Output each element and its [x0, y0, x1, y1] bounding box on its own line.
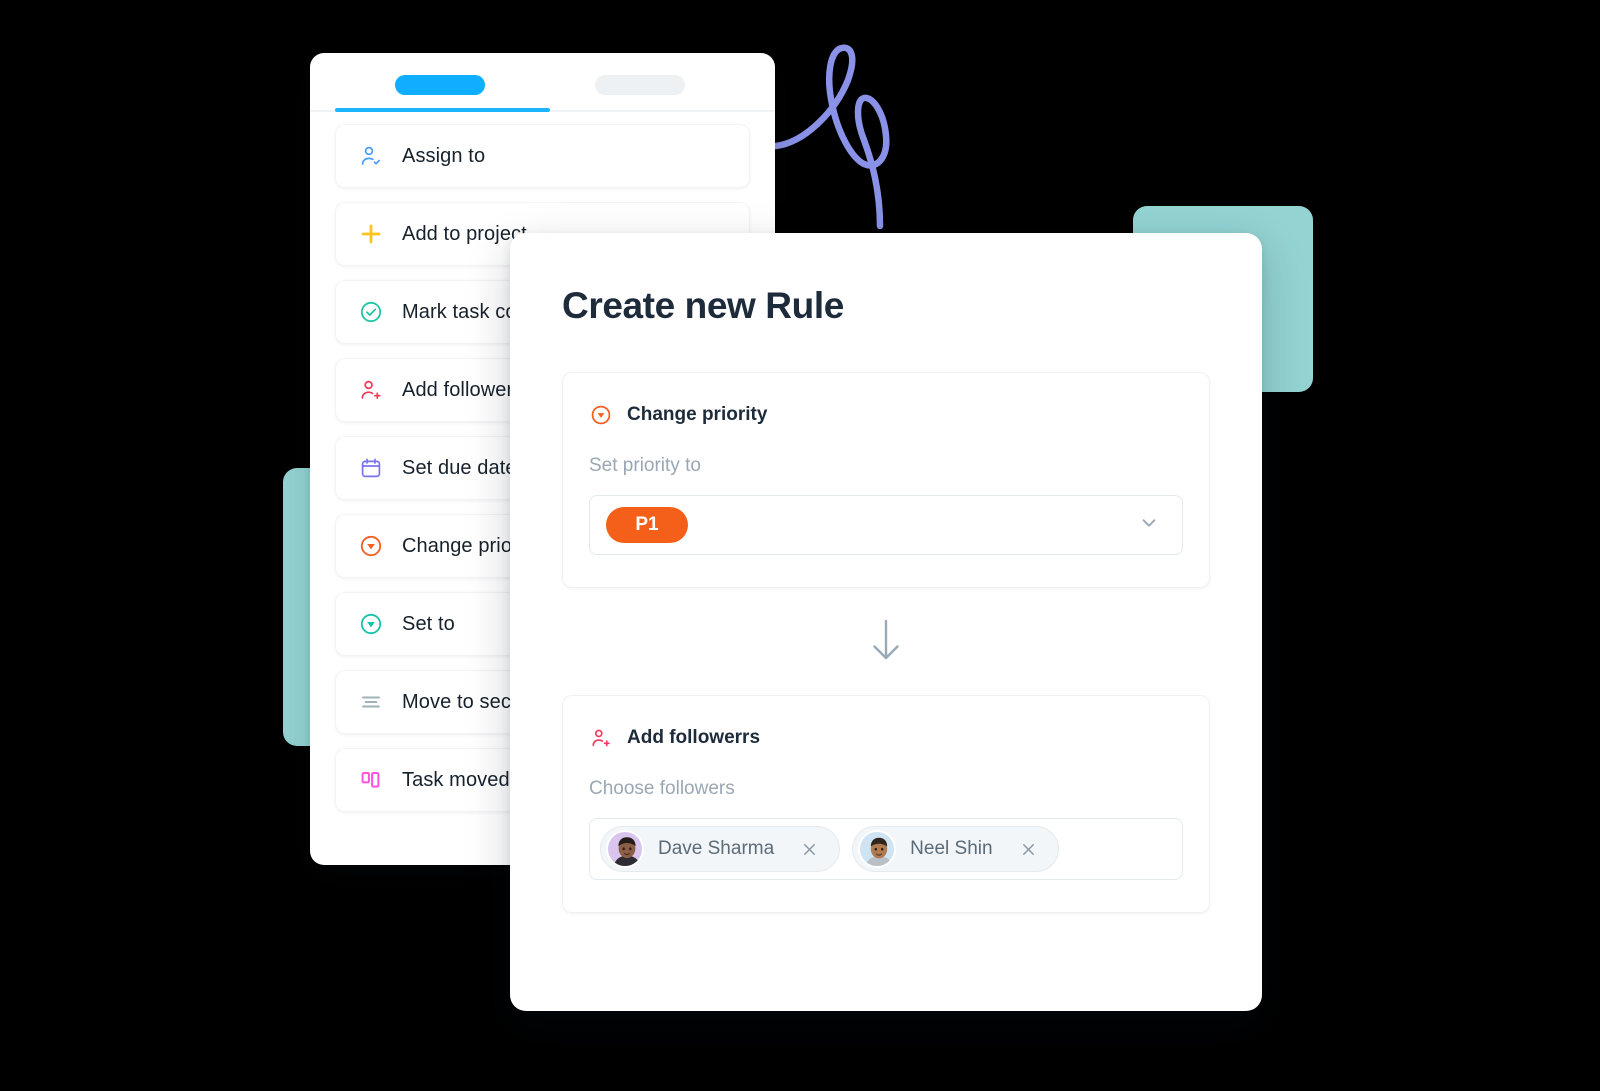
status-badge: P1 [606, 507, 688, 543]
assign-user-icon [358, 143, 384, 169]
avatar [858, 830, 897, 868]
page-title: Create new Rule [562, 285, 844, 326]
follower-token[interactable]: Neel Shin [852, 826, 1059, 872]
decorative-squiggle [772, 44, 890, 230]
flow-connector [562, 588, 1210, 695]
action-item-assign-to[interactable]: Assign to [335, 124, 750, 188]
follower-token[interactable]: Dave Sharma [600, 826, 841, 872]
calendar-icon [358, 455, 384, 481]
tab-inactive-placeholder[interactable] [595, 75, 685, 95]
screenshot-stage: Assign to Add to project Mark task compl… [0, 0, 1600, 1091]
action-label: Assign to [402, 144, 486, 167]
action-label: Set due date [402, 456, 517, 479]
block-header: Add followerrs [589, 726, 1183, 750]
follower-name: Neel Shin [910, 838, 993, 859]
add-follower-icon [358, 377, 384, 403]
action-label: Add to project [402, 222, 527, 245]
tab-active-underline [335, 108, 550, 112]
priority-down-icon [358, 533, 384, 559]
close-icon[interactable] [800, 840, 819, 859]
follower-name: Dave Sharma [658, 838, 775, 859]
tab-active-placeholder[interactable] [395, 75, 485, 95]
check-circle-icon [358, 299, 384, 325]
status-down-icon [358, 611, 384, 637]
avatar [606, 830, 644, 868]
field-label-set-priority: Set priority to [589, 455, 701, 476]
panel-tabs [310, 53, 775, 112]
add-follower-icon [589, 726, 613, 750]
plus-icon [358, 221, 384, 247]
rule-block-add-followers: Add followerrs Choose followers Dave Sha… [562, 695, 1210, 913]
block-header: Change priority [589, 403, 1183, 427]
chevron-down-icon[interactable] [1138, 512, 1160, 539]
action-label: Add followers [402, 378, 524, 401]
followers-input[interactable]: Dave Sharma Neel Shin [589, 818, 1183, 880]
move-section-icon [358, 689, 384, 715]
board-icon [358, 767, 384, 793]
field-label-choose-followers: Choose followers [589, 778, 735, 799]
action-label: Set to [402, 612, 455, 635]
arrow-down-icon [866, 616, 906, 669]
rule-block-change-priority: Change priority Set priority to P1 [562, 372, 1210, 588]
close-icon[interactable] [1019, 840, 1038, 859]
priority-select[interactable]: P1 [589, 495, 1183, 555]
priority-down-icon [589, 403, 613, 427]
block-title: Add followerrs [627, 727, 761, 748]
block-title: Change priority [627, 404, 768, 425]
create-rule-modal: Create new Rule Change priority Set prio… [510, 233, 1262, 1011]
